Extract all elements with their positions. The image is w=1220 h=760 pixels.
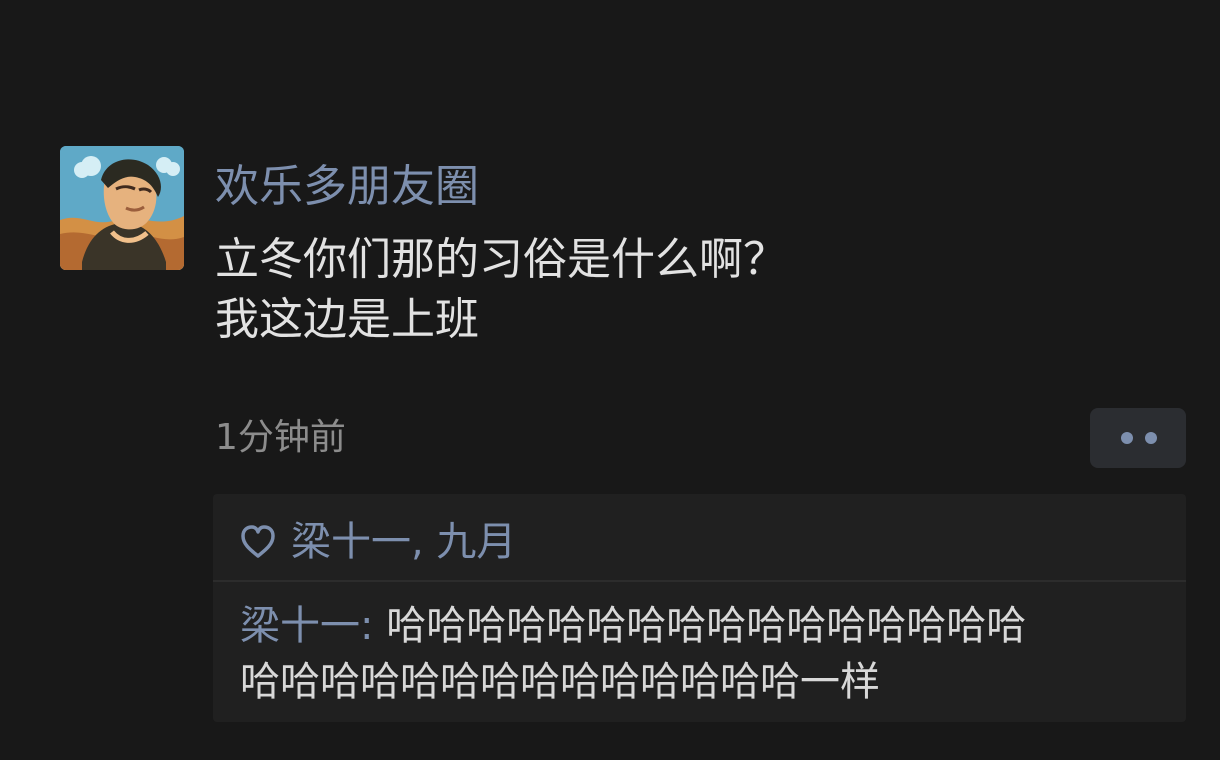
more-dots-icon	[1119, 432, 1159, 444]
likes-names[interactable]: 梁十一, 九月	[291, 514, 516, 570]
heart-icon	[239, 524, 277, 560]
dot-icon	[1121, 432, 1133, 444]
post-author-name[interactable]: 欢乐多朋友圈	[215, 158, 479, 216]
heart-outline-icon	[241, 525, 275, 558]
avatar-illustration	[60, 146, 184, 270]
post-content-line: 我这边是上班	[215, 294, 479, 345]
comment-text: 哈哈哈哈哈哈哈哈哈哈哈哈哈哈哈哈	[373, 603, 1027, 649]
more-options-button[interactable]	[1090, 408, 1186, 468]
comment-second-line: 哈哈哈哈哈哈哈哈哈哈哈哈哈哈一样	[240, 659, 880, 705]
panel-divider	[213, 580, 1186, 582]
comment-first-line: 梁十一: 哈哈哈哈哈哈哈哈哈哈哈哈哈哈哈哈	[240, 598, 1170, 654]
comment-item[interactable]: 梁十一: 哈哈哈哈哈哈哈哈哈哈哈哈哈哈哈哈 哈哈哈哈哈哈哈哈哈哈哈哈哈哈一样	[240, 598, 1170, 710]
author-avatar[interactable]	[60, 146, 184, 270]
comment-author[interactable]: 梁十一:	[240, 603, 373, 649]
post-content-line: 立冬你们那的习俗是什么啊？	[215, 234, 787, 285]
post-content: 立冬你们那的习俗是什么啊？ 我这边是上班	[215, 230, 787, 350]
moments-post: 欢乐多朋友圈 立冬你们那的习俗是什么啊？ 我这边是上班 1分钟前 梁十一, 九月…	[0, 0, 1220, 760]
post-time: 1分钟前	[215, 417, 346, 458]
dot-icon	[1145, 432, 1157, 444]
likes-comments-panel: 梁十一, 九月 梁十一: 哈哈哈哈哈哈哈哈哈哈哈哈哈哈哈哈 哈哈哈哈哈哈哈哈哈哈…	[213, 494, 1186, 722]
